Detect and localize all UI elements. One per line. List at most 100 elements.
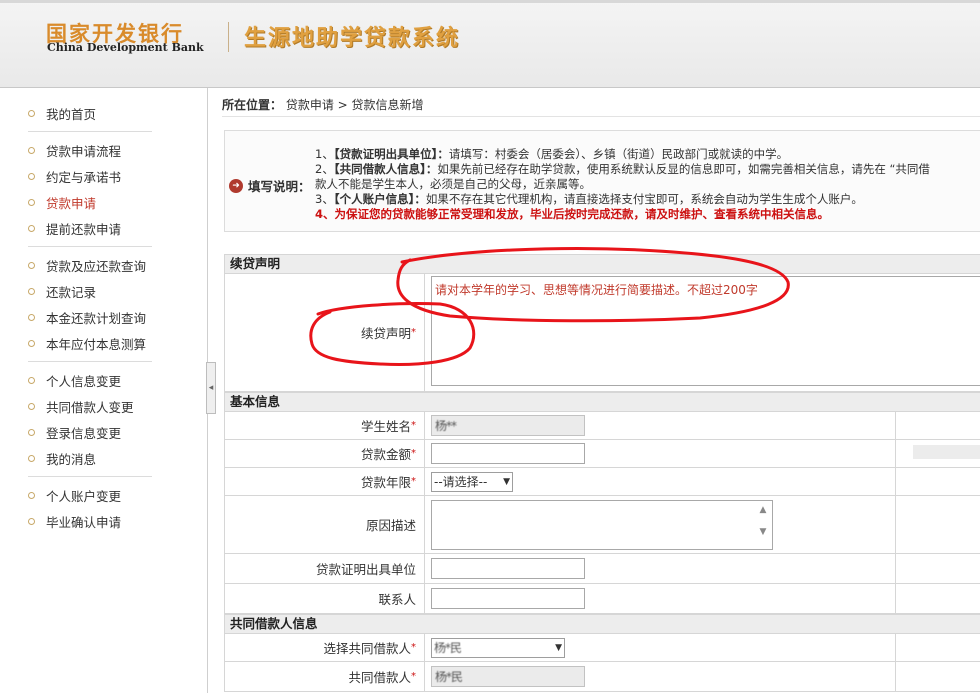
reason-value: ▲ ▼	[431, 496, 773, 553]
sidebar-item-principal-plan[interactable]: 本金还款计划查询	[28, 304, 152, 330]
required-mark: *	[411, 327, 416, 338]
nav-divider	[28, 131, 152, 132]
sidebar-item-label: 还款记录	[46, 284, 97, 300]
breadcrumb-path: 贷款申请 > 贷款信息新增	[285, 98, 424, 112]
column-divider	[895, 634, 896, 661]
label-text: 联系人	[378, 592, 416, 607]
loan-amount-value	[431, 440, 585, 467]
sidebar-item-loan-query[interactable]: 贷款及应还款查询	[28, 252, 152, 278]
loan-amount-input[interactable]	[431, 443, 585, 464]
loan-term-select[interactable]: --请选择-- ▼	[431, 471, 513, 492]
label-text: 选择共同借款人	[323, 641, 411, 656]
section-coborrower: 共同借款人信息	[224, 614, 980, 634]
sidebar-item-label: 个人账户变更	[46, 488, 122, 504]
sidebar-item-label: 共同借款人变更	[46, 399, 134, 415]
label-text: 原因描述	[365, 518, 416, 533]
nav-divider	[28, 476, 152, 477]
contact-value	[431, 584, 585, 613]
loan-amount-label: 贷款金额 *	[225, 440, 425, 467]
bullet-icon	[28, 224, 35, 232]
select-coborrower-value: 杨*民 ▼	[431, 634, 565, 661]
instruction-line: 款人不能是学生本人，必须是自己的父母，近亲属等。	[315, 177, 980, 192]
loan-term-value: --请选择-- ▼	[431, 468, 513, 495]
instruction-line: 1、【贷款证明出具单位】：请填写：村委会（居委会）、乡镇（街道）民政部门或就读的…	[315, 147, 980, 162]
instruction-body: 如果先前已经存在助学贷款，使用系统默认反显的信息即可，如需完善相关信息，请先在 …	[437, 162, 930, 176]
bullet-icon	[28, 517, 35, 525]
sidebar-item-messages[interactable]: 我的消息	[28, 445, 152, 471]
instruction-number: 2、	[315, 162, 334, 176]
column-divider	[895, 412, 896, 439]
sidebar-item-label: 毕业确认申请	[46, 514, 122, 530]
student-name-text: 杨**	[435, 419, 457, 433]
bullet-icon	[28, 454, 35, 462]
collapse-arrow-icon: ◂	[208, 383, 214, 393]
instruction-number: 3、	[315, 192, 334, 206]
instructions-panel: ➜ 填写说明： 1、【贷款证明出具单位】：请填写：村委会（居委会）、乡镇（街道）…	[224, 130, 980, 232]
sidebar-item-label: 贷款申请	[46, 195, 97, 211]
header-divider	[228, 22, 229, 52]
instruction-body: 如果不存在其它代理机构，请直接选择支付宝即可，系统会自动为学生生成个人账户。	[425, 192, 863, 206]
row-continuation-statement: 续贷声明 * 请对本学年的学习、思想等情况进行简要描述。不超过200字	[224, 274, 980, 392]
required-mark: *	[411, 671, 416, 682]
sidebar-collapse-handle[interactable]: ◂	[206, 362, 216, 414]
sidebar-item-agreement[interactable]: 约定与承诺书	[28, 163, 152, 189]
instruction-heading: 【个人账户信息】：	[333, 192, 426, 206]
loan-form: 续贷声明 续贷声明 * 请对本学年的学习、思想等情况进行简要描述。不超过200字 …	[224, 254, 980, 692]
continuation-statement-textarea[interactable]: 请对本学年的学习、思想等情况进行简要描述。不超过200字	[431, 276, 980, 386]
select-value: 杨*民	[434, 641, 462, 655]
sidebar-item-home[interactable]: 我的首页	[28, 100, 152, 126]
label-text: 贷款证明出具单位	[315, 562, 416, 577]
instructions-label-text: 填写说明：	[248, 179, 311, 194]
main-content: 所在位置： 贷款申请 > 贷款信息新增 ➜ 填写说明： 1、【贷款证明出具单位】…	[216, 88, 980, 693]
select-coborrower-label: 选择共同借款人 *	[225, 634, 425, 661]
reason-textarea[interactable]	[431, 499, 773, 550]
instructions-label: ➜ 填写说明：	[229, 176, 311, 195]
instruction-heading: 【贷款证明出具单位】：	[333, 147, 449, 161]
row-reason: 原因描述 ▲ ▼	[224, 496, 980, 554]
sidebar-item-early-repayment[interactable]: 提前还款申请	[28, 215, 152, 241]
nav-group-loan: 贷款申请流程 约定与承诺书 贷款申请 提前还款申请	[28, 137, 152, 241]
loan-term-label: 贷款年限 *	[225, 468, 425, 495]
breadcrumb-divider	[222, 116, 980, 117]
sidebar-item-label: 贷款及应还款查询	[46, 258, 147, 274]
app-header: 国家开发银行 China Development Bank 生源地助学贷款系统	[0, 0, 980, 88]
sidebar-item-label: 登录信息变更	[46, 425, 122, 441]
sidebar-item-interest-estimate[interactable]: 本年应付本息测算	[28, 330, 152, 356]
column-divider	[895, 496, 896, 553]
bullet-icon	[28, 339, 35, 347]
sidebar-item-repayment-records[interactable]: 还款记录	[28, 278, 152, 304]
certifying-unit-label: 贷款证明出具单位	[225, 554, 425, 583]
label-text: 学生姓名	[360, 419, 411, 434]
sidebar-item-graduation-confirm[interactable]: 毕业确认申请	[28, 508, 152, 534]
nav-divider	[28, 246, 152, 247]
sidebar-item-loan-application[interactable]: 贷款申请	[28, 189, 152, 215]
instructions-text: 1、【贷款证明出具单位】：请填写：村委会（居委会）、乡镇（街道）民政部门或就读的…	[315, 147, 980, 222]
scroll-up-icon[interactable]: ▲	[757, 504, 769, 516]
row-coborrower-name: 共同借款人 * 杨*民	[224, 662, 980, 692]
column-divider	[895, 554, 896, 583]
section-continuation: 续贷声明	[224, 254, 980, 274]
row-loan-amount: 贷款金额 *	[224, 440, 980, 468]
coborrower-select[interactable]: 杨*民 ▼	[431, 637, 565, 658]
certifying-unit-input[interactable]	[431, 558, 585, 579]
chevron-down-icon: ▼	[503, 476, 510, 487]
column-divider	[895, 662, 896, 691]
instruction-warning: 4、为保证您的贷款能够正常受理和发放，毕业后按时完成还款，请及时维护、查看系统中…	[315, 207, 829, 221]
system-title: 生源地助学贷款系统	[244, 26, 461, 51]
scroll-down-icon[interactable]: ▼	[757, 526, 769, 538]
column-divider	[895, 440, 896, 467]
instruction-line: 3、【个人账户信息】：如果不存在其它代理机构，请直接选择支付宝即可，系统会自动为…	[315, 192, 980, 207]
sidebar-item-coborrower-change[interactable]: 共同借款人变更	[28, 393, 152, 419]
bullet-icon	[28, 287, 35, 295]
coborrower-name-field[interactable]: 杨*民	[431, 666, 585, 687]
student-name-label: 学生姓名 *	[225, 412, 425, 439]
bullet-icon	[28, 491, 35, 499]
sidebar-item-account-change[interactable]: 个人账户变更	[28, 482, 152, 508]
sidebar-item-loan-process[interactable]: 贷款申请流程	[28, 137, 152, 163]
sidebar-item-personal-info[interactable]: 个人信息变更	[28, 367, 152, 393]
sidebar-item-login-info[interactable]: 登录信息变更	[28, 419, 152, 445]
column-divider	[895, 584, 896, 613]
student-name-field[interactable]: 杨**	[431, 415, 585, 436]
contact-input[interactable]	[431, 588, 585, 609]
textarea-placeholder: 请对本学年的学习、思想等情况进行简要描述。不超过200字	[435, 283, 758, 297]
